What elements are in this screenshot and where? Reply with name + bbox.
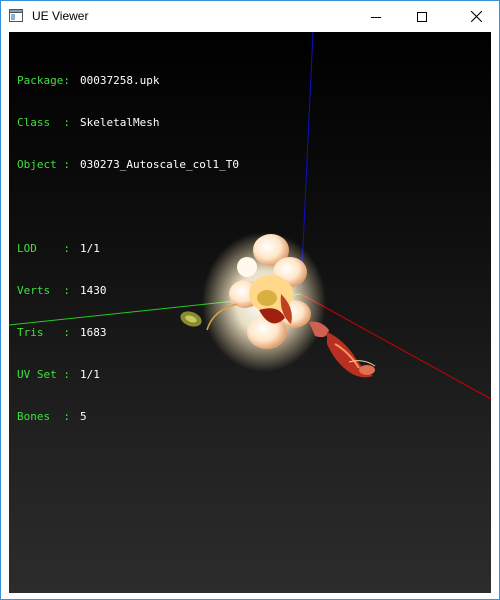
info-row-package: Package: 00037258.upk	[17, 74, 239, 88]
tris-value: 1683	[80, 326, 107, 339]
verts-label: Verts :	[17, 284, 70, 297]
lod-label: LOD :	[17, 242, 70, 255]
lod-value: 1/1	[80, 242, 100, 255]
info-row-uvset: UV Set : 1/1	[17, 368, 239, 382]
info-row-verts: Verts : 1430	[17, 284, 239, 298]
minimize-icon	[371, 16, 381, 18]
info-row-object: Object : 030273_Autoscale_col1_T0	[17, 158, 239, 172]
object-value: 030273_Autoscale_col1_T0	[80, 158, 239, 171]
uvset-value: 1/1	[80, 368, 100, 381]
uvset-label: UV Set :	[17, 368, 70, 381]
package-value: 00037258.upk	[80, 74, 160, 87]
title-bar[interactable]: UE Viewer	[1, 1, 499, 32]
maximize-button[interactable]	[399, 1, 445, 32]
class-value: SkeletalMesh	[80, 116, 160, 129]
minimize-button[interactable]	[353, 1, 399, 32]
close-button[interactable]	[453, 1, 499, 32]
info-row-tris: Tris : 1683	[17, 326, 239, 340]
verts-value: 1430	[80, 284, 107, 297]
bones-label: Bones :	[17, 410, 70, 423]
mesh-info-overlay: Package: 00037258.upk Class : SkeletalMesh…	[17, 46, 239, 452]
info-row-bones: Bones : 5	[17, 410, 239, 424]
3d-viewport[interactable]: Package: 00037258.upk Class : SkeletalMesh…	[9, 32, 491, 593]
object-label: Object :	[17, 158, 70, 171]
package-label: Package:	[17, 74, 70, 87]
class-label: Class :	[17, 116, 70, 129]
ue-viewer-window: UE Viewer Package: 00037258.upk Class: …	[0, 0, 500, 600]
tris-label: Tris :	[17, 326, 70, 339]
bones-value: 5	[80, 410, 87, 423]
info-row-class: Class : SkeletalMesh	[17, 116, 239, 130]
maximize-icon	[417, 11, 427, 22]
app-window-icon	[9, 9, 23, 22]
info-row-lod: LOD : 1/1	[17, 242, 239, 256]
close-icon	[470, 11, 482, 22]
window-title: UE Viewer	[32, 9, 89, 23]
